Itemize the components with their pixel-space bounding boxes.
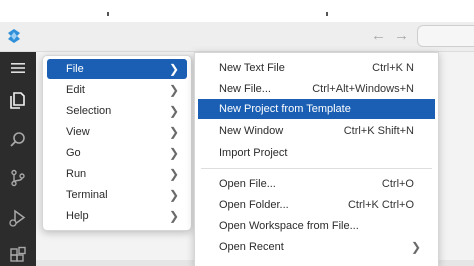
keyboard-shortcut: Ctrl+K Shift+N — [343, 125, 414, 137]
menu-item-run[interactable]: Run ❯ — [47, 164, 187, 184]
chevron-right-icon: ❯ — [168, 104, 179, 118]
main-menu: File ❯ Edit ❯ Selection ❯ View ❯ Go ❯ Ru… — [42, 55, 192, 231]
extensions-icon[interactable] — [8, 246, 28, 266]
top-strip — [0, 0, 474, 22]
chevron-right-icon: ❯ — [168, 125, 179, 139]
menu-item-go[interactable]: Go ❯ — [47, 143, 187, 163]
menu-item-label: Open Recent — [219, 241, 284, 253]
chevron-right-icon: ❯ — [168, 83, 179, 97]
app-logo-icon[interactable] — [6, 28, 22, 44]
menu-icon[interactable] — [8, 58, 28, 78]
title-bar: ← → — [0, 22, 474, 52]
menu-item-label: Selection — [66, 105, 112, 117]
menu-item-label: Open Workspace from File... — [219, 220, 359, 232]
menu-item-label: New Window — [219, 125, 284, 137]
chevron-right-icon: ❯ — [168, 62, 179, 76]
explorer-icon[interactable] — [8, 90, 28, 110]
menu-item-help[interactable]: Help ❯ — [47, 206, 187, 226]
menu-item-new-text-file[interactable]: New Text File Ctrl+K N — [198, 58, 435, 78]
file-submenu: New Text File Ctrl+K N New File... Ctrl+… — [194, 52, 439, 266]
menu-item-label: Import Project — [219, 147, 288, 159]
menu-item-terminal[interactable]: Terminal ❯ — [47, 185, 187, 205]
keyboard-shortcut: Ctrl+O — [381, 178, 414, 190]
menu-item-edit[interactable]: Edit ❯ — [47, 80, 187, 100]
menu-item-open-workspace-from-file[interactable]: Open Workspace from File... — [198, 216, 435, 236]
menu-item-open-recent[interactable]: Open Recent ❯ — [198, 237, 435, 257]
menu-item-new-project-from-template[interactable]: New Project from Template — [198, 99, 435, 119]
back-arrow-icon[interactable]: ← — [371, 27, 386, 44]
menu-item-view[interactable]: View ❯ — [47, 122, 187, 142]
menu-item-label: Run — [66, 168, 87, 180]
menu-item-label: Open Folder... — [219, 199, 289, 211]
menu-item-file[interactable]: File ❯ — [47, 59, 187, 79]
menu-item-label: Terminal — [66, 189, 108, 201]
chevron-right-icon: ❯ — [168, 209, 179, 223]
menu-item-label: Edit — [66, 84, 85, 96]
chevron-right-icon: ❯ — [168, 167, 179, 181]
command-center-search[interactable] — [417, 25, 474, 47]
chevron-right-icon: ❯ — [168, 188, 179, 202]
menu-item-label: Help — [66, 210, 89, 222]
source-control-icon[interactable] — [8, 168, 28, 188]
search-icon[interactable] — [8, 130, 28, 150]
menu-item-new-window[interactable]: New Window Ctrl+K Shift+N — [198, 121, 435, 141]
chevron-right-icon: ❯ — [168, 146, 179, 160]
menu-item-label: File — [66, 63, 84, 75]
top-edge-mark — [107, 12, 109, 16]
chevron-right-icon: ❯ — [410, 240, 421, 254]
menu-item-selection[interactable]: Selection ❯ — [47, 101, 187, 121]
activity-bar — [0, 52, 36, 266]
run-debug-icon[interactable] — [8, 208, 28, 228]
menu-item-open-folder[interactable]: Open Folder... Ctrl+K Ctrl+O — [198, 195, 435, 215]
menu-item-label: New Text File — [219, 62, 285, 74]
menu-item-new-file[interactable]: New File... Ctrl+Alt+Windows+N — [198, 79, 435, 99]
menu-item-label: View — [66, 126, 90, 138]
menu-item-label: Open File... — [219, 178, 276, 190]
forward-arrow-icon[interactable]: → — [394, 27, 409, 44]
menu-separator — [201, 168, 432, 169]
menu-item-label: Go — [66, 147, 81, 159]
keyboard-shortcut: Ctrl+K N — [372, 62, 414, 74]
menu-item-label: New Project from Template — [219, 103, 351, 115]
keyboard-shortcut: Ctrl+K Ctrl+O — [347, 199, 414, 211]
keyboard-shortcut: Ctrl+Alt+Windows+N — [312, 83, 414, 95]
menu-item-open-file[interactable]: Open File... Ctrl+O — [198, 174, 435, 194]
menu-item-import-project[interactable]: Import Project — [198, 143, 435, 163]
top-edge-mark — [326, 12, 328, 16]
menu-item-label: New File... — [219, 83, 271, 95]
